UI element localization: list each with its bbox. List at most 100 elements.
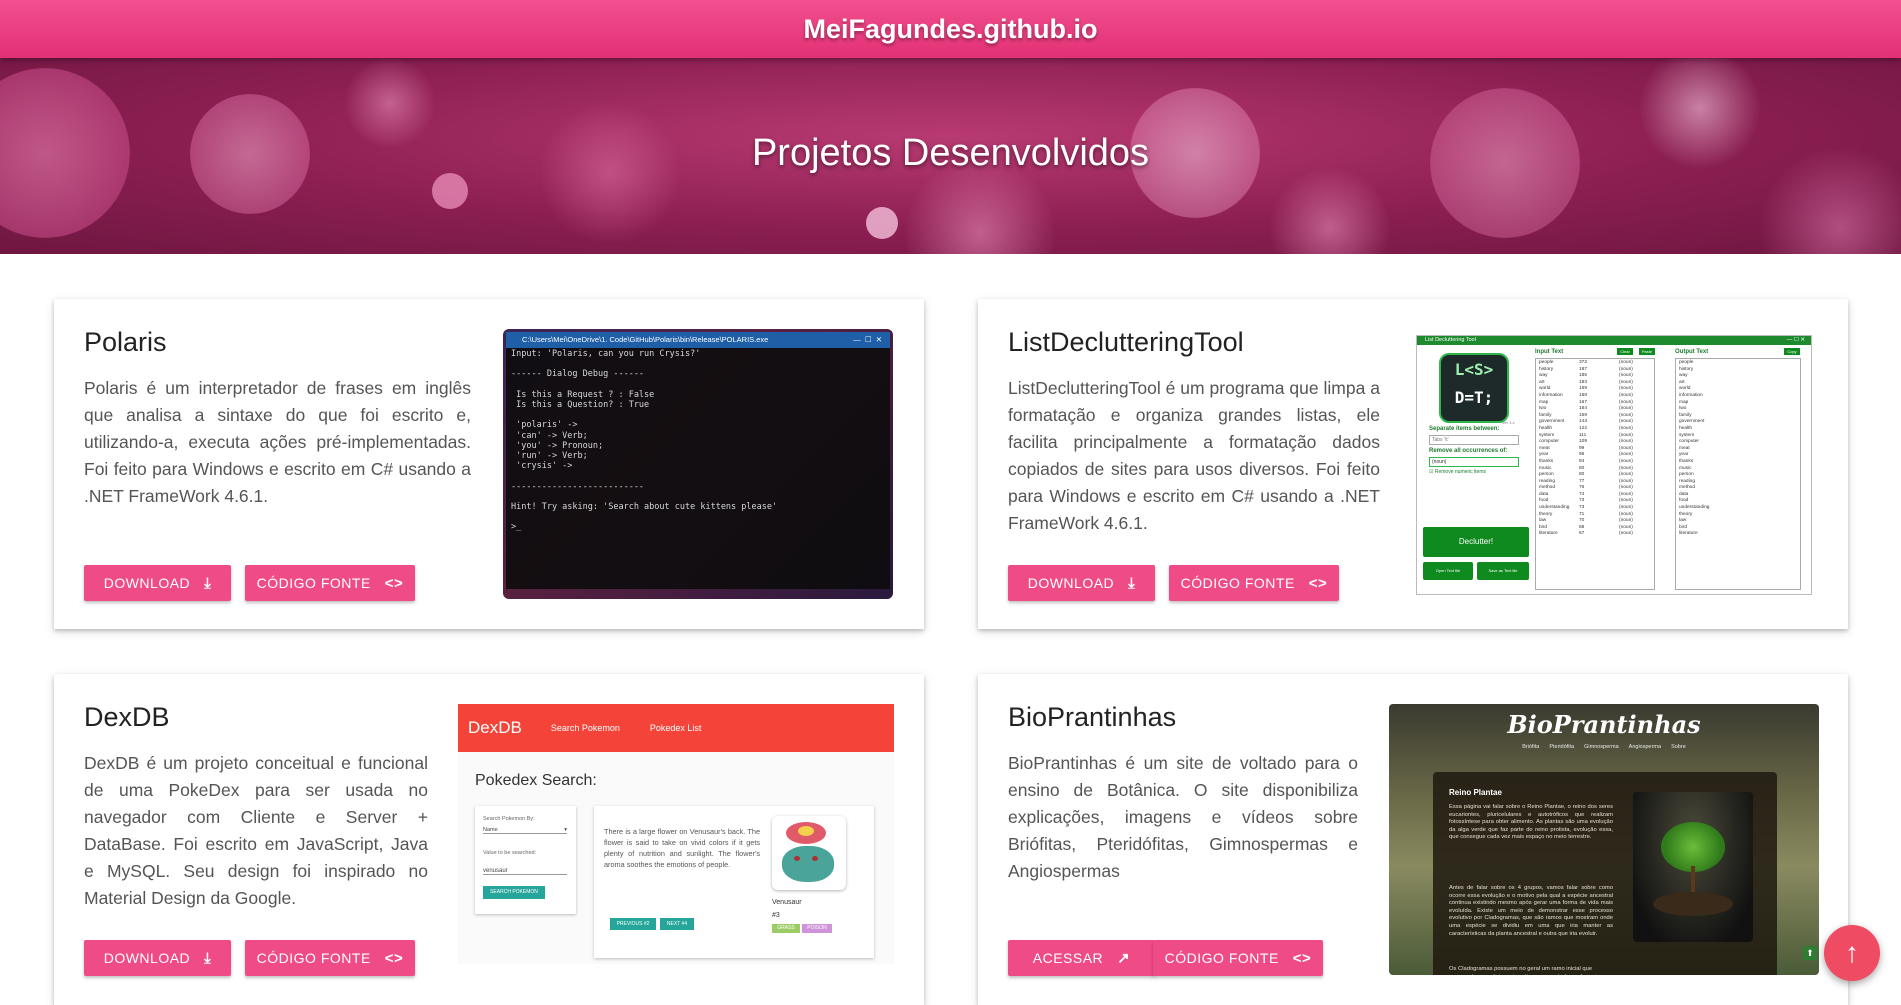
- bioprantinhas-nav-item[interactable]: Briófita: [1522, 744, 1539, 750]
- ldt-copy-button[interactable]: Copy: [1784, 348, 1800, 355]
- ldt-paste-button[interactable]: Paste: [1639, 348, 1655, 355]
- ldt-logo-bottom: D=T;: [1454, 388, 1494, 407]
- bioprantinhas-nav-item[interactable]: Pteridófita: [1549, 744, 1574, 750]
- bioprantinhas-panel: Reino Plantae Essa página vai falar sobr…: [1433, 772, 1777, 975]
- download-button[interactable]: Download ⤓: [84, 565, 231, 601]
- dropdown-caret-icon: ▾: [564, 827, 567, 833]
- bioprantinhas-screenshot: BioPrantinhas Briófita Pteridófita Gimnosp…: [1389, 704, 1819, 975]
- ldt-save-file-button[interactable]: Save as Text file: [1477, 562, 1529, 580]
- ldt-input-row: health 122 (noun): [1539, 425, 1633, 431]
- source-code-button[interactable]: Código Fonte <>: [1169, 565, 1339, 601]
- ldt-input-row: information 168 (noun): [1539, 392, 1633, 398]
- ldt-output-row: people: [1679, 360, 1694, 365]
- dexdb-search-select[interactable]: Name ▾: [483, 827, 567, 834]
- bioprantinhas-nav-item[interactable]: Sobre: [1671, 744, 1686, 750]
- ldt-open-file-button[interactable]: Open Text file: [1423, 562, 1473, 580]
- site-title[interactable]: MeiFagundes.github.io: [804, 14, 1098, 45]
- console-titlebar: C:\Users\Mei\OneDrive\1. Code\GitHub\Pol…: [506, 332, 890, 348]
- ldt-output-row: theory: [1679, 511, 1693, 517]
- project-description: Polaris é um interpretador de frases em …: [84, 378, 471, 506]
- bioprantinhas-paragraph-2: Antes de falar sobre os 4 grupos, vamos …: [1449, 885, 1613, 937]
- ldt-output-row: world: [1679, 386, 1691, 392]
- ldt-input-row: people 372 (noun): [1539, 360, 1633, 365]
- ldt-output-row: reading: [1679, 478, 1696, 484]
- scroll-top-mini-icon[interactable]: ⬆: [1803, 946, 1817, 960]
- download-icon: ⤓: [1128, 574, 1136, 592]
- ldt-output-row: year: [1679, 452, 1689, 458]
- ldt-output-row: computer: [1679, 439, 1699, 445]
- top-app-bar: MeiFagundes.github.io: [0, 0, 1901, 58]
- ldt-output-row: person: [1679, 472, 1694, 478]
- console-output: Input: 'Polaris, can you run Crysis?' --…: [506, 348, 890, 589]
- ldt-input-textarea[interactable]: people 372 (noun) history 187 (noun) way 185 (no…: [1535, 358, 1655, 590]
- download-button[interactable]: Download ⤓: [84, 940, 231, 976]
- bioprantinhas-panel-title: Reino Plantae: [1449, 788, 1502, 797]
- ldt-output-row: thanks: [1679, 458, 1694, 464]
- dexdb-search-button[interactable]: Search Pokemon: [483, 886, 545, 899]
- ldt-input-row: computer 109 (noun): [1539, 439, 1633, 445]
- bioprantinhas-nav: Briófita Pteridófita Gimnosperma Angiosperm…: [1389, 744, 1819, 750]
- ldt-output-row: two: [1679, 406, 1687, 412]
- download-button[interactable]: Download ⤓: [1008, 565, 1155, 601]
- ldt-output-row: method: [1679, 485, 1695, 491]
- project-title: BioPrantinhas: [1008, 702, 1177, 732]
- ldt-input-row: theory 71 (noun): [1539, 511, 1633, 517]
- ldt-output-textarea[interactable]: people history way art world information map tw…: [1675, 358, 1801, 590]
- source-code-label: Código Fonte: [1164, 950, 1279, 966]
- access-button[interactable]: Acessar ↗: [1008, 940, 1155, 976]
- ldt-separate-label: Separate items between:: [1429, 426, 1500, 432]
- dexdb-value-input[interactable]: venusaur: [483, 868, 567, 875]
- next-pokemon-button[interactable]: Next #4: [660, 918, 694, 930]
- ldt-output-row: literature: [1679, 531, 1698, 537]
- project-title: ListDeclutteringTool: [1008, 327, 1244, 357]
- source-code-label: Código Fonte: [256, 575, 371, 591]
- console-line: 'you' -> Pronoun;: [511, 440, 604, 451]
- console-line: Is this a Question? : True: [511, 400, 650, 411]
- ldt-remove-input[interactable]: (noun): [1429, 457, 1519, 467]
- console-line: Input: 'Polaris, can you run Crysis?': [511, 349, 701, 359]
- console-line: Is this a Request ? : False: [511, 389, 655, 400]
- ldt-input-row: reading 77 (noun): [1539, 478, 1633, 484]
- access-label: Acessar: [1032, 950, 1104, 966]
- dexdb-nav-list[interactable]: Pokedex List: [650, 723, 702, 733]
- previous-pokemon-button[interactable]: Previous #2: [610, 918, 656, 930]
- project-card-dexdb: DexDB DexDB é um projeto conceitual e fu…: [54, 674, 924, 1005]
- source-code-label: Código Fonte: [256, 950, 371, 966]
- source-code-button[interactable]: Código Fonte <>: [245, 940, 415, 976]
- dexdb-search-panel: Search Pokemon By: Name ▾ Value to be se…: [475, 806, 576, 914]
- project-description: BioPrantinhas é um site de voltado para …: [1008, 753, 1358, 881]
- bioprantinhas-brand[interactable]: BioPrantinhas: [1389, 710, 1819, 739]
- dexdb-result-panel: There is a large flower on Venusaur's ba…: [594, 806, 874, 958]
- scroll-to-top-button[interactable]: ↑: [1824, 925, 1880, 981]
- pokemon-number: #3: [772, 912, 780, 919]
- code-icon: <>: [384, 574, 404, 592]
- ldt-logo-top: L<S>: [1454, 360, 1494, 379]
- ldt-input-row: data 74 (noun): [1539, 491, 1633, 497]
- ldt-version: Ver 1.x: [1502, 420, 1515, 425]
- ldt-input-row: thanks 84 (noun): [1539, 458, 1633, 464]
- source-code-button[interactable]: Código Fonte <>: [245, 565, 415, 601]
- dexdb-screenshot: DexDB Search Pokemon Pokedex List Pokede…: [458, 704, 894, 964]
- bioprantinhas-nav-item[interactable]: Angiosperma: [1629, 744, 1661, 750]
- ldt-checkbox[interactable]: ☑ Remove numeric items: [1429, 469, 1486, 475]
- code-icon: <>: [1308, 574, 1328, 592]
- download-icon: ⤓: [204, 574, 212, 592]
- ldt-clear-button[interactable]: Clear: [1617, 348, 1633, 355]
- ldt-remove-label: Remove all occurrences of:: [1429, 448, 1508, 454]
- ldt-input-row: history 187 (noun): [1539, 366, 1633, 372]
- source-code-button[interactable]: Código Fonte <>: [1153, 940, 1323, 976]
- window-controls-icon: — ☐ ✕: [853, 335, 882, 344]
- ldt-separate-select[interactable]: Tabs '\t': [1429, 435, 1519, 445]
- download-label: Download: [1027, 575, 1115, 591]
- bioprantinhas-nav-item[interactable]: Gimnosperma: [1584, 744, 1619, 750]
- dexdb-nav-search[interactable]: Search Pokemon: [551, 723, 620, 733]
- ldt-window-title: List Decluttering Tool: [1425, 337, 1476, 343]
- polaris-screenshot: C:\Users\Mei\OneDrive\1. Code\GitHub\Pol…: [503, 329, 893, 599]
- ldt-declutter-button[interactable]: Declutter!: [1423, 527, 1529, 557]
- dexdb-brand[interactable]: DexDB: [468, 718, 522, 738]
- bioprantinhas-paragraph-3: Os Cladogramas possuem no geral um ramo …: [1449, 966, 1613, 975]
- ldt-input-row: way 185 (noun): [1539, 373, 1633, 379]
